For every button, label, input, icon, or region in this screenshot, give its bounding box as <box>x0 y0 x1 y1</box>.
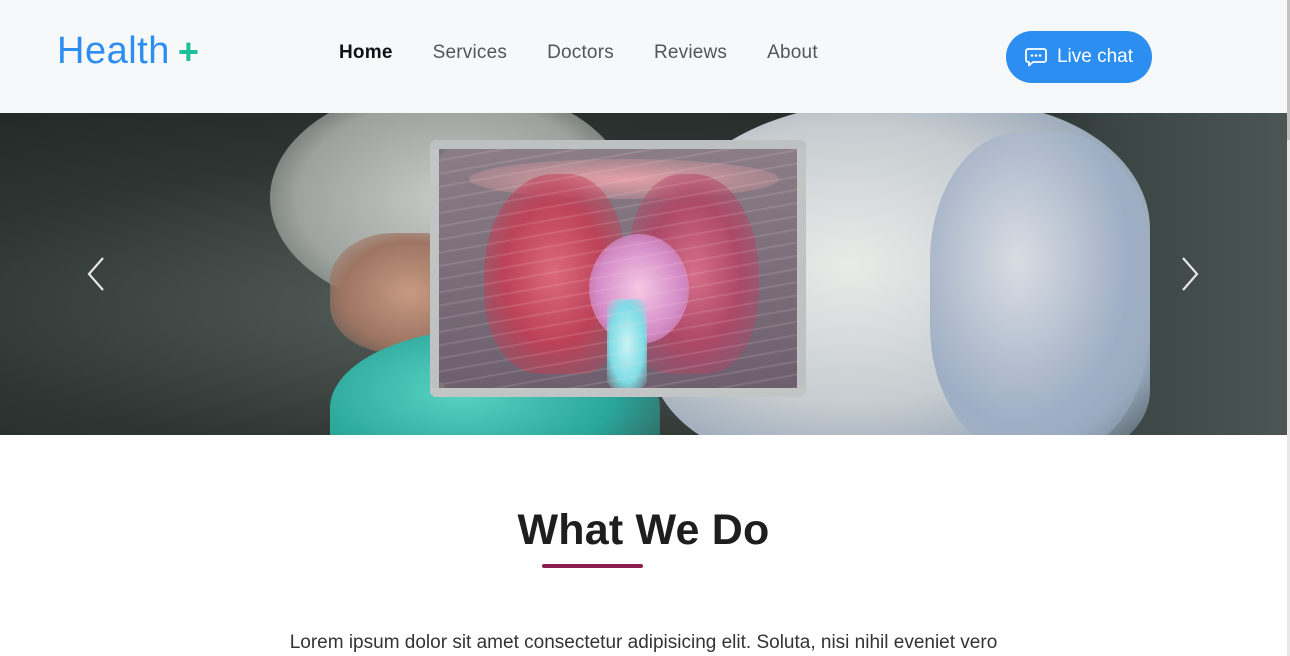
live-chat-label: Live chat <box>1056 46 1134 67</box>
chevron-left-icon <box>85 256 107 297</box>
nav-about[interactable]: About <box>767 42 818 64</box>
live-chat-button[interactable]: Live chat <box>1006 31 1152 83</box>
xray-slide <box>430 140 806 397</box>
section-lead: Lorem ipsum dolor sit amet consectetur a… <box>289 632 998 653</box>
site-header: Health + Home Services Doctors Reviews A… <box>0 0 1288 113</box>
chevron-right-icon <box>1179 256 1201 297</box>
logo-text: Health <box>57 30 170 72</box>
section-title: What We Do <box>517 506 770 554</box>
hero-carousel <box>0 113 1287 435</box>
title-underline <box>542 564 643 568</box>
main-nav: Home Services Doctors Reviews About <box>339 42 818 64</box>
nav-services[interactable]: Services <box>433 42 507 64</box>
logo-plus: + <box>177 30 200 72</box>
logo[interactable]: Health + <box>57 30 199 73</box>
chat-bubble-icon <box>1025 47 1047 67</box>
carousel-prev-button[interactable] <box>76 251 116 301</box>
nav-reviews[interactable]: Reviews <box>654 42 727 64</box>
nav-doctors[interactable]: Doctors <box>547 42 614 64</box>
carousel-next-button[interactable] <box>1170 251 1210 301</box>
nav-home[interactable]: Home <box>339 42 393 64</box>
